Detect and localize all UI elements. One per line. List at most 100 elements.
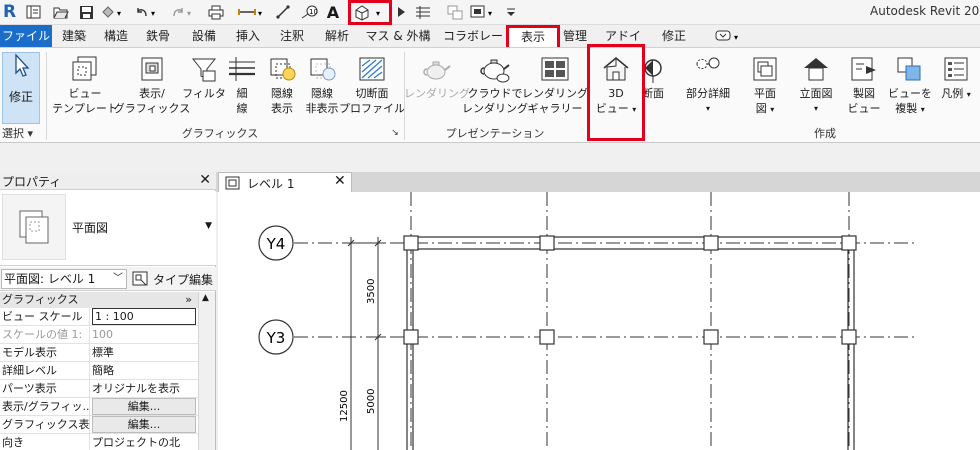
tab-collaborate[interactable]: コラボレート [442, 25, 504, 65]
undo-icon[interactable]: ▾ [134, 2, 160, 22]
edit-button[interactable]: 編集... [92, 398, 196, 415]
property-value[interactable]: 標準 [92, 344, 196, 362]
select-panel-label[interactable]: 選択 ▾ [2, 125, 42, 142]
view-scale-input[interactable]: 1 : 100 [92, 308, 196, 325]
edit-type-label: タイプ編集 [153, 272, 214, 287]
plan-views-button[interactable]: 平面 図 ▾ [746, 50, 784, 122]
thin-lines-icon[interactable] [414, 2, 432, 22]
property-value[interactable]: 簡略 [92, 362, 196, 380]
tab-modify[interactable]: 修正 [658, 25, 690, 47]
property-value[interactable]: オリジナルを表示 [92, 380, 196, 398]
edit-button[interactable]: 編集... [92, 416, 196, 433]
legend-icon [939, 52, 973, 86]
tag-icon[interactable]: 10 [300, 2, 320, 22]
tab-file[interactable]: ファイル [0, 25, 52, 47]
edit-type-icon [132, 271, 148, 286]
tab-steel[interactable]: 鉄骨 [142, 25, 174, 47]
structural-column[interactable] [841, 235, 857, 251]
view-tab-title: レベル 1 [247, 177, 295, 191]
show-hidden-lines-button[interactable]: 隠線 表示 [262, 50, 302, 122]
tab-annotate[interactable]: 注釈 [276, 25, 308, 47]
grid-bubble-y3[interactable]: Y3 [258, 319, 294, 355]
customize-icon[interactable] [504, 2, 518, 22]
type-selector[interactable]: 平面図 ▼ [0, 191, 216, 266]
project-browser-icon[interactable] [24, 2, 42, 22]
tab-insert[interactable]: 挿入 [232, 25, 264, 47]
render-in-cloud-button[interactable]: クラウドで レンダリング [462, 50, 528, 122]
callout-button[interactable]: 部分詳細 ▾ [680, 50, 736, 122]
ribbon-tab-bar: ファイル 建築 構造 鉄骨 設備 挿入 注釈 解析 マス & 外構 コラボレート… [0, 25, 980, 65]
structural-column[interactable] [703, 329, 719, 345]
drafting-view-icon [847, 52, 881, 86]
revit-logo[interactable]: R [3, 2, 21, 22]
structural-column[interactable] [403, 329, 419, 345]
open-icon[interactable] [52, 2, 70, 22]
elevation-button[interactable]: 立面図 ▾ [794, 50, 838, 122]
filters-button[interactable]: フィルタ [182, 50, 226, 122]
chevron-down-icon: ▾ [966, 90, 971, 99]
properties-scrollbar[interactable]: ▲ [198, 292, 215, 450]
modify-button[interactable]: 修正 [2, 52, 40, 124]
tab-view[interactable]: 表示 [506, 25, 560, 47]
drafting-view-button[interactable]: 製図 ビュー [842, 50, 886, 122]
edit-type-button[interactable]: タイプ編集 [132, 269, 213, 289]
tab-analyze[interactable]: 解析 [320, 25, 354, 47]
tab-massing-site[interactable]: マス & 外構 [364, 25, 432, 47]
dimension-lines[interactable] [345, 237, 384, 450]
remove-hidden-line1: 隠線 [311, 87, 333, 100]
close-hidden-windows-icon[interactable] [446, 2, 464, 22]
close-icon[interactable]: ✕ [199, 172, 211, 188]
structural-column[interactable] [539, 235, 555, 251]
instance-selector[interactable]: 平面図: レベル 1 ﹀ [1, 269, 127, 289]
graphics-section-header[interactable]: グラフィックス » [0, 292, 198, 308]
cut-profile-button[interactable]: 切断面 プロファイル [339, 50, 405, 122]
view-tab-level-1[interactable]: レベル 1 ✕ [218, 172, 352, 192]
legends-button[interactable]: 凡例 ▾ [936, 50, 976, 122]
ribbon-minimize-toggle[interactable]: ▾ [714, 29, 744, 43]
print-icon[interactable] [206, 2, 226, 22]
close-icon[interactable]: ✕ [334, 173, 346, 189]
render-button[interactable]: レンダリング [404, 50, 470, 122]
grid-bubble-y4[interactable]: Y4 [258, 225, 294, 261]
wall-outline[interactable] [406, 236, 855, 450]
remove-hidden-lines-button[interactable]: 隠線 非表示 [302, 50, 342, 122]
structural-column[interactable] [703, 235, 719, 251]
plan-views-line2: 図 ▾ [755, 102, 775, 115]
property-name: 表示/グラフィッ... [2, 398, 90, 416]
property-row-graphic-display: グラフィックス表... 編集... [0, 416, 198, 434]
duplicate-view-button[interactable]: ビューを 複製 ▾ [886, 50, 934, 122]
svg-text:▾: ▾ [734, 33, 738, 42]
thin-lines-button[interactable]: 細 線 [226, 50, 258, 122]
text-icon[interactable]: A [324, 2, 342, 22]
measure-icon[interactable]: ▾ [237, 2, 265, 22]
graphics-panel-launcher-icon[interactable]: ↘ [388, 125, 402, 142]
scroll-up-icon[interactable]: ▲ [202, 293, 209, 303]
structural-column[interactable] [841, 329, 857, 345]
aligned-dimension-icon[interactable] [273, 2, 293, 22]
structural-column[interactable] [403, 235, 419, 251]
show-hidden-line2: 表示 [271, 102, 293, 115]
drawing-canvas[interactable]: Y4 Y3 3500 5000 12500 [218, 192, 980, 450]
section-label: 断面 [642, 87, 664, 100]
property-name: モデル表示 [2, 344, 90, 362]
render-gallery-button[interactable]: レンダリング ギャラリー [522, 50, 588, 122]
section-icon[interactable] [394, 2, 408, 22]
tab-architecture[interactable]: 建築 [58, 25, 90, 47]
redo-icon[interactable]: ▾ [170, 2, 196, 22]
chevron-down-icon[interactable]: ▼ [205, 221, 212, 231]
sync-icon[interactable]: ▾ [100, 2, 126, 22]
property-value[interactable]: プロジェクトの北 [92, 434, 196, 450]
property-row-scale-value: スケールの値 1: 100 [0, 326, 198, 344]
save-icon[interactable] [77, 2, 95, 22]
chevron-down-icon: ▾ [705, 104, 710, 113]
view-templates-button[interactable]: ビュー テンプレート [52, 50, 118, 122]
tab-systems[interactable]: 設備 [188, 25, 220, 47]
floor-plan-drawing: Y4 Y3 3500 5000 12500 [258, 192, 916, 450]
cut-profile-icon [355, 52, 389, 86]
thin-lines-ribbon-icon [225, 52, 259, 86]
visibility-graphics-button[interactable]: 表示/ グラフィックス [114, 50, 190, 122]
tab-manage[interactable]: 管理 [560, 25, 590, 47]
switch-windows-icon[interactable]: ▾ [470, 2, 498, 22]
tab-structure[interactable]: 構造 [100, 25, 132, 47]
structural-column[interactable] [539, 329, 555, 345]
